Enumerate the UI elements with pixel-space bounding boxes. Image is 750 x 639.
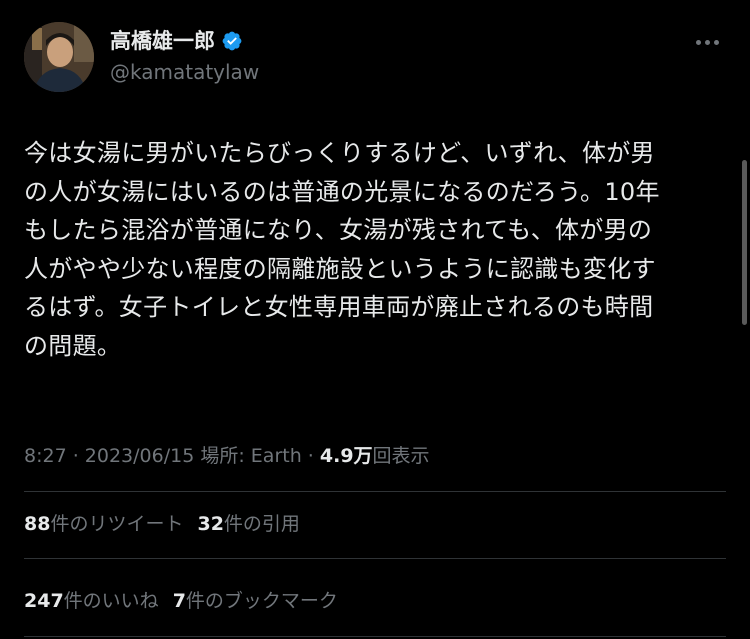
tweet-line: の人が女湯にはいるのは普通の光景になるのだろう。10年 [24, 177, 660, 206]
avatar-image [24, 22, 94, 92]
more-horizontal-icon [695, 39, 701, 45]
divider [24, 491, 726, 492]
likes-count: 247 [24, 590, 64, 612]
likes-label: 件のいいね [63, 590, 159, 612]
meta-separator: · [66, 445, 85, 467]
quotes-stat[interactable]: 32件の引用 [197, 513, 299, 535]
divider [24, 636, 726, 637]
more-horizontal-icon [704, 39, 710, 45]
tweet-line: 人がやや少ない程度の隔離施設というように認識も変化す [24, 254, 656, 283]
views-count[interactable]: 4.9万 [320, 445, 373, 467]
avatar[interactable] [24, 22, 94, 92]
retweets-stat[interactable]: 88件のリツイート [24, 513, 183, 535]
scrollbar[interactable] [742, 160, 747, 325]
tweet-line: の問題。 [24, 331, 122, 360]
bookmarks-stat[interactable]: 7件のブックマーク [173, 590, 338, 612]
divider [24, 558, 726, 559]
retweets-count: 88 [24, 513, 51, 535]
quotes-count: 32 [197, 513, 224, 535]
bookmarks-label: 件のブックマーク [185, 590, 338, 612]
meta-separator: · [301, 445, 320, 467]
author-handle[interactable]: @kamatatylaw [110, 62, 259, 82]
likes-stat[interactable]: 247件のいいね [24, 590, 159, 612]
tweet-date[interactable]: 2023/06/15 [85, 445, 195, 467]
bookmarks-count: 7 [172, 590, 186, 612]
author-name-row[interactable]: 高橋雄一郎 [110, 30, 243, 52]
verified-badge-icon [222, 31, 242, 51]
retweets-label: 件のリツイート [50, 513, 184, 535]
stats-row-reposts: 88件のリツイート 32件の引用 [24, 512, 314, 536]
tweet-time[interactable]: 8:27 [24, 445, 67, 467]
tweet-line: もしたら混浴が普通になり、女湯が残されても、体が男の [24, 216, 653, 245]
views-label[interactable]: 回表示 [373, 445, 430, 467]
more-options-button[interactable] [692, 36, 722, 48]
location-label: 場所: [194, 445, 251, 467]
more-horizontal-icon [713, 39, 719, 45]
tweet-line: 今は女湯に男がいたらびっくりするけど、いずれ、体が男 [24, 139, 655, 167]
author-display-name[interactable]: 高橋雄一郎 [110, 30, 215, 52]
quotes-label: 件の引用 [223, 513, 300, 535]
tweet-line: るはず。女子トイレと女性専用車両が廃止されるのも時間 [24, 293, 654, 322]
tweet-meta: 8:27 · 2023/06/15 場所: Earth · 4.9万回表示 [24, 444, 430, 468]
stats-row-likes: 247件のいいね 7件のブックマーク [24, 589, 352, 613]
tweet-text: 今は女湯に男がいたらびっくりするけど、いずれ、体が男 の人が女湯にはいるのは普通の… [24, 134, 724, 366]
tweet-location[interactable]: Earth [251, 445, 302, 467]
